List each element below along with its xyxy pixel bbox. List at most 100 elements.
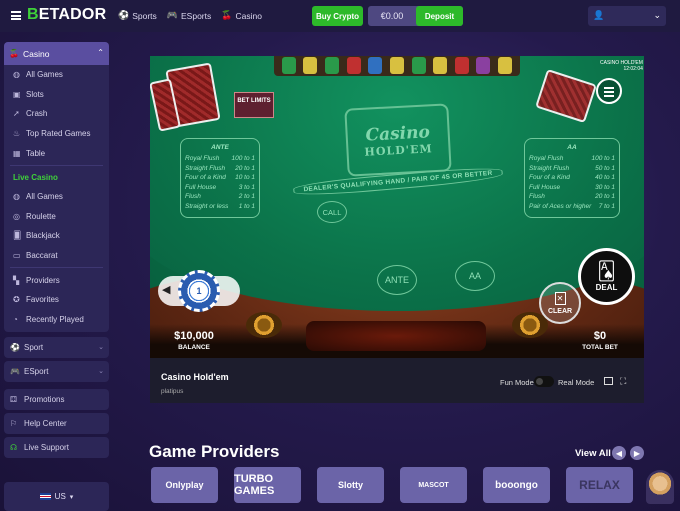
language-selector[interactable]: US ▾: [4, 482, 109, 511]
top-header: BETADOR ⚽ Sports 🎮 ESports 🍒 Casino Buy Cry…: [0, 0, 680, 32]
cherries-icon: 🍒: [221, 10, 233, 20]
view-all-link[interactable]: View All: [575, 448, 611, 459]
paytable-row: Pair of Aces or higher 7 to 1: [529, 202, 615, 210]
sidebar-item-blackjack[interactable]: 🂠 Blackjack: [4, 226, 109, 246]
chip-stack: [346, 56, 361, 74]
hamburger-menu-icon[interactable]: [11, 11, 21, 20]
arrow-left-icon[interactable]: ◀: [612, 446, 626, 460]
game-frame: BET LIMITS CASINO HOLD'EM 12:02:04 Casin…: [150, 56, 644, 403]
chip-stack: [454, 56, 469, 74]
provider-card-booongo[interactable]: booongo: [483, 467, 550, 503]
game-balance-amount: $10,000: [174, 330, 214, 342]
site-logo[interactable]: BETADOR: [27, 6, 106, 24]
arrow-right-icon[interactable]: ▶: [630, 446, 644, 460]
sidebar-item-help-center[interactable]: ⚐ Help Center: [4, 413, 109, 435]
total-bet-amount: $0: [593, 330, 607, 342]
bet-limits-button[interactable]: BET LIMITS: [234, 92, 274, 118]
sidebar-item-live-all-games[interactable]: ◍ All Games: [4, 187, 109, 207]
ante-paytable: ANTE Royal Flush 100 to 1 Straight Flush 2…: [180, 138, 260, 218]
clear-button[interactable]: ✕ CLEAR: [539, 282, 581, 324]
buy-crypto-button[interactable]: Buy Crypto: [312, 6, 363, 26]
sidebar-item-all-games[interactable]: ◍ All Games: [4, 65, 109, 85]
chevron-down-icon: ⌄: [653, 10, 661, 20]
sidebar-item-live-support[interactable]: ☊ Live Support: [4, 437, 109, 459]
baccarat-icon: ▭: [13, 251, 21, 261]
sidebar-item-table[interactable]: ▦ Table: [4, 143, 109, 163]
provider-card-relax[interactable]: RELAX: [566, 467, 633, 503]
sidebar-item-favorites[interactable]: ✪ Favorites: [4, 290, 109, 310]
chip-stack: [476, 56, 491, 74]
sidebar: 🍒 Casino ⌃ ◍ All Games ▣ Slots ➚ Crash ♨ Top…: [4, 42, 109, 461]
caret-down-icon: ▾: [69, 493, 74, 501]
arrow-left-icon[interactable]: ◀: [162, 283, 170, 296]
cards-icon: 🂠: [13, 231, 22, 241]
us-flag-icon: [39, 493, 51, 500]
fullscreen-icon[interactable]: ⛶: [620, 376, 626, 387]
sidebar-item-sport[interactable]: ⚽ Sport ⌄: [4, 337, 109, 359]
live-casino-heading[interactable]: Live Casino: [4, 168, 109, 187]
globe-icon: ◍: [13, 70, 20, 80]
sidebar-item-roulette[interactable]: ◎ Roulette: [4, 207, 109, 227]
game-menu-button[interactable]: [596, 78, 622, 104]
sidebar-item-top-rated[interactable]: ♨ Top Rated Games: [4, 124, 109, 144]
nav-casino[interactable]: 🍒 Casino: [221, 10, 262, 21]
deal-button[interactable]: 🂡 DEAL: [578, 248, 635, 305]
chip-stack: [281, 56, 296, 74]
game-balance-label: BALANCE: [178, 344, 210, 351]
fun-mode-label: Fun Mode: [500, 378, 534, 387]
table-icon: ▦: [13, 148, 21, 158]
chip-stack: [325, 56, 340, 74]
window-icon[interactable]: [604, 377, 613, 385]
nav-sports[interactable]: ⚽ Sports: [118, 10, 157, 21]
chip-slot: [246, 312, 282, 338]
deposit-button[interactable]: Deposit: [416, 6, 463, 26]
gamepad-icon: 🎮: [10, 367, 20, 377]
provider-card-slotty[interactable]: Slotty: [317, 467, 384, 503]
top-nav: ⚽ Sports 🎮 ESports 🍒 Casino: [118, 10, 262, 21]
chevron-down-icon: ⌄: [98, 368, 104, 376]
game-info-bar: Casino Hold'em platipus Fun Mode Real Mo…: [150, 358, 644, 403]
slots-icon: ▣: [13, 89, 21, 99]
paytable-row: Straight Flush 50 to 1: [529, 164, 615, 172]
divider: [10, 267, 103, 269]
paytable-row: Straight or less 1 to 1: [185, 202, 255, 210]
star-icon: ✪: [13, 295, 20, 305]
headset-icon: ☊: [10, 443, 18, 453]
globe-icon: ◍: [13, 192, 20, 202]
chip-stack: [498, 56, 513, 74]
aa-bet-spot[interactable]: AA: [455, 261, 495, 291]
grid-icon: ▚: [13, 275, 20, 285]
sidebar-item-baccarat[interactable]: ▭ Baccarat: [4, 246, 109, 266]
avatar[interactable]: [646, 470, 674, 504]
provider-card-mascot[interactable]: MASCOT: [400, 467, 467, 503]
game-title: Casino Hold'em: [161, 372, 229, 382]
sidebar-item-promotions[interactable]: ⚃ Promotions: [4, 389, 109, 411]
chip-stack: [389, 56, 404, 74]
sidebar-item-providers[interactable]: ▚ Providers: [4, 270, 109, 290]
clear-icon: ✕: [554, 291, 566, 305]
provider-card-onlyplay[interactable]: Onlyplay: [151, 467, 218, 503]
nav-esports[interactable]: 🎮 ESports: [167, 10, 211, 21]
user-menu[interactable]: 👤 ⌄: [588, 6, 666, 26]
chip-stack: [411, 56, 426, 74]
ante-bet-spot[interactable]: ANTE: [377, 265, 417, 295]
dealer-chip-rack: [274, 56, 520, 76]
sidebar-item-slots[interactable]: ▣ Slots: [4, 85, 109, 105]
chip-stack: [368, 56, 383, 74]
sidebar-item-crash[interactable]: ➚ Crash: [4, 104, 109, 124]
table-corner-info: CASINO HOLD'EM 12:02:04: [600, 60, 643, 72]
game-canvas[interactable]: BET LIMITS CASINO HOLD'EM 12:02:04 Casin…: [150, 56, 644, 358]
paytable-row: Four of a Kind 10 to 1: [185, 174, 255, 181]
divider: [10, 164, 103, 166]
provider-card-turbo-games[interactable]: TURBO GAMES: [234, 467, 301, 503]
sidebar-item-recently-played[interactable]: ◔ Recently Played: [4, 310, 109, 330]
paytable-row: Flush 20 to 1: [529, 193, 615, 200]
flame-icon: ♨: [13, 129, 21, 139]
card-tray: [306, 321, 486, 351]
chip-stack: [303, 56, 318, 74]
paytable-row: Four of a Kind 40 to 1: [529, 174, 615, 181]
call-bet-spot[interactable]: CALL: [317, 201, 347, 223]
casino-section-header[interactable]: 🍒 Casino ⌃: [4, 42, 109, 65]
mode-toggle[interactable]: [534, 376, 554, 387]
sidebar-item-esport[interactable]: 🎮 ESport ⌄: [4, 361, 109, 383]
